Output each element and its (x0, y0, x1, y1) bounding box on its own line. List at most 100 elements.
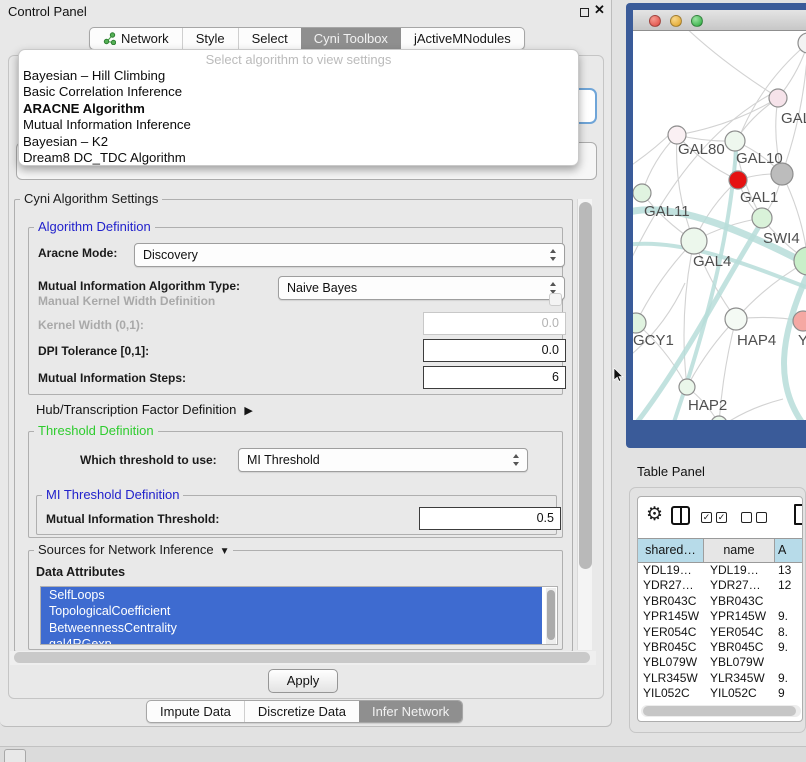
select-all-columns-icon[interactable] (701, 512, 712, 523)
document-icon[interactable] (794, 504, 803, 525)
bottom-status-strip (0, 746, 806, 762)
table-row[interactable]: YIL052CYIL052C9 (638, 686, 803, 700)
network-node-red[interactable] (729, 171, 747, 189)
attribute-item[interactable]: SelfLoops (41, 587, 542, 603)
table-row[interactable]: YDR27…YDR27…12 (638, 578, 803, 593)
table-toolbar (638, 497, 802, 537)
network-node-gal-cut[interactable] (769, 89, 787, 107)
tab-infer-network[interactable]: Infer Network (359, 701, 462, 722)
select-all-columns-icon[interactable] (716, 512, 727, 523)
collapse-arrow-icon[interactable] (220, 545, 230, 559)
attribute-item[interactable]: gal4RGexp (41, 636, 542, 645)
control-panel-window: Control Panel NetworkStyleSelectCyni Too… (0, 0, 612, 727)
attributes-scrollbar[interactable] (546, 588, 556, 644)
attribute-item[interactable]: TopologicalCoefficient (41, 603, 542, 619)
column-header[interactable]: name (704, 539, 775, 562)
tab-network[interactable]: Network (90, 28, 182, 49)
mi-steps-field[interactable]: 6 (423, 366, 566, 389)
apply-button[interactable]: Apply (268, 669, 338, 693)
node-label: GAL1 (740, 189, 778, 206)
close-icon[interactable] (594, 2, 608, 18)
network-canvas[interactable]: GALGAL80GAL10GAL1SWI4GAL11GAL4GCY1HAP4YH… (633, 31, 806, 420)
network-window-titlebar[interactable] (633, 10, 806, 31)
gear-icon[interactable] (646, 503, 663, 526)
algorithm-item[interactable]: ARACNE Algorithm (19, 101, 578, 117)
network-node-big-green[interactable] (794, 247, 806, 275)
network-node-left-green[interactable] (633, 184, 651, 202)
attribute-item[interactable]: BetweennessCentrality (41, 620, 542, 636)
table-row[interactable]: YER054CYER054C8. (638, 625, 803, 640)
algorithm-item[interactable]: Dream8 DC_TDC Algorithm (19, 150, 578, 166)
network-node-bottom[interactable] (711, 416, 727, 420)
network-node-swi4[interactable] (752, 208, 772, 228)
manual-kernel-checkbox[interactable] (549, 293, 562, 306)
close-traffic-light-icon[interactable] (649, 15, 661, 27)
expand-arrow-icon[interactable] (244, 404, 252, 417)
aracne-mode-select[interactable]: Discovery (134, 243, 565, 267)
kernel-width-field[interactable]: 0.0 (423, 312, 566, 335)
aracne-mode-value: Discovery (143, 248, 198, 262)
network-node-gal4[interactable] (681, 228, 707, 254)
table-row[interactable]: YBR043CYBR043C (638, 594, 803, 609)
algorithm-item[interactable]: Mutual Information Inference (19, 117, 578, 133)
algorithm-item[interactable]: Bayesian – K2 (19, 134, 578, 150)
mi-type-value: Naive Bayes (287, 281, 357, 295)
mi-type-label: Mutual Information Algorithm Type: (38, 279, 240, 293)
minimized-panel-tab[interactable] (4, 749, 26, 762)
node-label: GAL4 (693, 253, 731, 270)
manual-kernel-label: Manual Kernel Width Definition (38, 294, 215, 308)
hub-definition-toggle[interactable]: Hub/Transcription Factor Definition (36, 402, 253, 417)
table-row[interactable]: YDL19…YDL19…13 (638, 563, 803, 578)
unselect-all-columns-icon[interactable] (741, 512, 752, 523)
spinner-arrows-icon (513, 454, 520, 466)
sources-title[interactable]: Sources for Network Inference (34, 543, 233, 559)
mi-threshold-title: MI Threshold Definition (42, 488, 183, 502)
float-window-icon[interactable] (580, 8, 589, 17)
table-row[interactable]: YBR045CYBR045C9. (638, 640, 803, 655)
settings-vertical-scrollbar[interactable] (577, 199, 592, 650)
column-header[interactable]: A (775, 539, 803, 562)
table-row[interactable]: YLR345WYLR345W9. (638, 671, 803, 686)
mouse-cursor (613, 368, 625, 384)
tab-impute-data[interactable]: Impute Data (147, 701, 244, 722)
minimize-traffic-light-icon[interactable] (670, 15, 682, 27)
tab-discretize-data[interactable]: Discretize Data (244, 701, 359, 722)
table-horizontal-scrollbar[interactable] (641, 705, 801, 717)
unselect-all-columns-icon[interactable] (756, 512, 767, 523)
column-header[interactable]: shared… (638, 539, 704, 562)
node-label: GAL11 (644, 203, 690, 220)
node-label: GAL (781, 110, 806, 127)
tab-jactivemnodules[interactable]: jActiveMNodules (401, 28, 524, 49)
network-node-top[interactable] (798, 33, 806, 53)
tab-select[interactable]: Select (238, 28, 301, 49)
algorithm-list: Bayesian – Hill ClimbingBasic Correlatio… (19, 68, 578, 166)
dropdown-placeholder: Select algorithm to view settings (19, 52, 578, 68)
spinner-arrows-icon (550, 249, 557, 261)
network-node-hap4[interactable] (725, 308, 747, 330)
settings-horizontal-scrollbar[interactable] (10, 651, 596, 665)
threshold-definition-title: Threshold Definition (34, 424, 158, 438)
network-icon (103, 32, 116, 45)
mi-threshold-field[interactable]: 0.5 (419, 507, 561, 530)
table-row[interactable]: YPR145WYPR145W9. (638, 609, 803, 624)
panel-title: Control Panel (8, 4, 87, 19)
algorithm-item[interactable]: Basic Correlation Inference (19, 84, 578, 100)
split-table-icon[interactable] (671, 506, 690, 525)
network-node-hap2[interactable] (679, 379, 695, 395)
tab-style[interactable]: Style (182, 28, 238, 49)
zoom-traffic-light-icon[interactable] (691, 15, 703, 27)
top-tab-strip: NetworkStyleSelectCyni ToolboxjActiveMNo… (89, 27, 525, 50)
table-row[interactable]: YBL079WYBL079W (638, 655, 803, 670)
node-label: GAL80 (678, 141, 725, 158)
node-label: GAL10 (736, 150, 783, 167)
which-threshold-value: MI Threshold (247, 453, 320, 467)
mi-type-select[interactable]: Naive Bayes (278, 276, 565, 300)
tab-cyni-toolbox[interactable]: Cyni Toolbox (301, 28, 401, 49)
node-label: Y (798, 332, 806, 349)
network-node-gal10[interactable] (725, 131, 745, 151)
dpi-tolerance-field[interactable]: 0.0 (423, 339, 566, 362)
network-canvas-svg: GALGAL80GAL10GAL1SWI4GAL11GAL4GCY1HAP4YH… (633, 31, 806, 420)
which-threshold-select[interactable]: MI Threshold (238, 448, 528, 472)
algorithm-item[interactable]: Bayesian – Hill Climbing (19, 68, 578, 84)
kernel-width-label: Kernel Width (0,1): (38, 318, 144, 332)
